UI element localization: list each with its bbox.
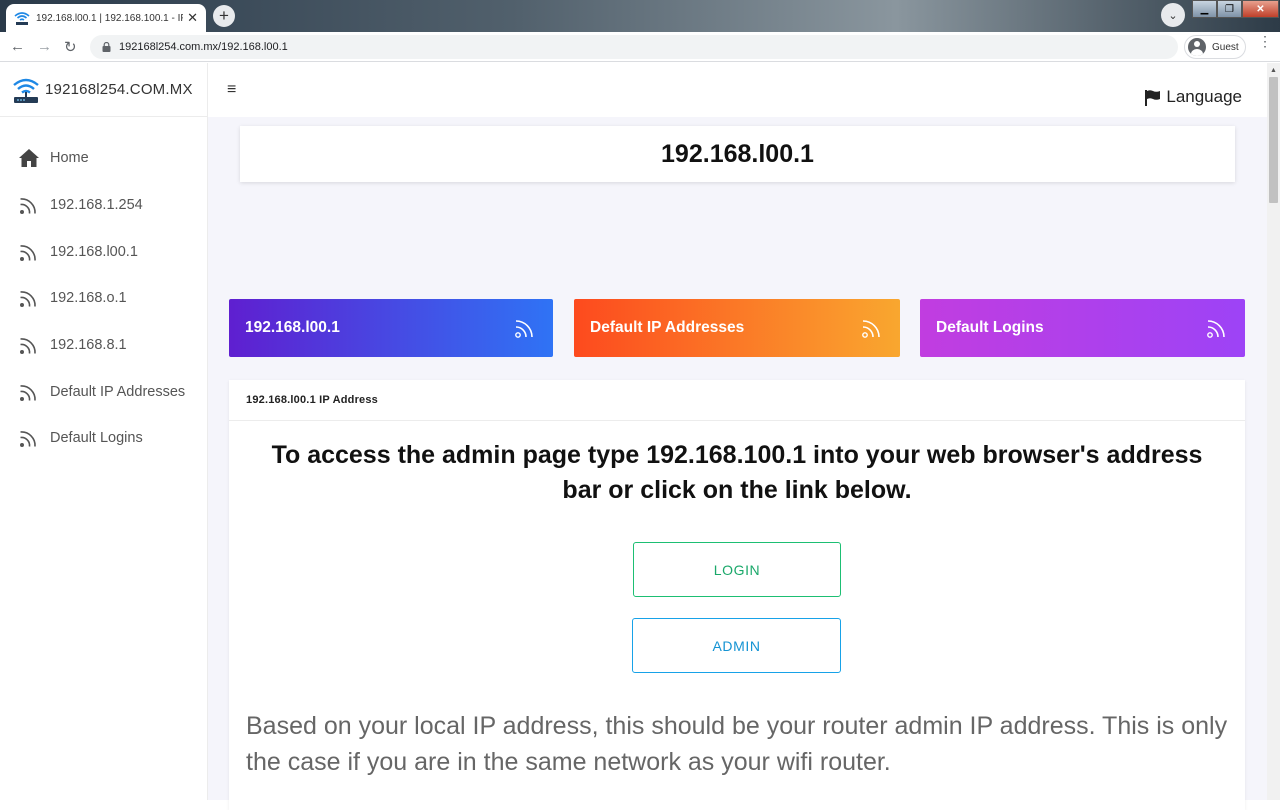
avatar-icon xyxy=(1188,38,1206,56)
quick-card-default-ip-addresses[interactable]: Default IP Addresses xyxy=(574,299,900,357)
tab-title: 192.168.l00.1 | 192.168.100.1 - IP xyxy=(36,12,184,24)
home-icon xyxy=(19,149,39,168)
sidebar-menu: Home 192.168.1.254 192.168.l00.1 192.168… xyxy=(0,135,208,462)
forward-button[interactable]: → xyxy=(37,38,52,55)
quick-card-label: 192.168.l00.1 xyxy=(245,319,340,336)
rss-icon xyxy=(20,431,36,448)
rss-icon xyxy=(20,198,36,215)
sidebar-item-label: 192.168.1.254 xyxy=(50,197,143,214)
lock-icon xyxy=(102,42,111,52)
card-header: 192.168.l00.1 IP Address xyxy=(229,380,1245,421)
browser-menu-icon[interactable]: ⋮ xyxy=(1258,34,1272,48)
admin-button[interactable]: ADMIN xyxy=(632,618,841,673)
sidebar-item-192-168-8-1[interactable]: 192.168.8.1 xyxy=(0,322,208,369)
top-navbar: ≡ Language xyxy=(208,63,1267,117)
sidebar-item-label: 192.168.l00.1 xyxy=(50,243,138,260)
reload-button[interactable]: ↻ xyxy=(64,38,77,56)
rss-icon xyxy=(20,244,36,261)
tab-close-icon[interactable]: ✕ xyxy=(187,10,198,26)
ip-address-card: 192.168.l00.1 IP Address To access the a… xyxy=(229,380,1245,810)
sidebar-item-192-168-l00-1[interactable]: 192.168.l00.1 xyxy=(0,228,208,275)
sidebar-item-192-168-1-254[interactable]: 192.168.1.254 xyxy=(0,182,208,229)
wifi-router-logo-icon xyxy=(13,78,39,103)
sidebar-item-label: Default IP Addresses xyxy=(50,383,186,400)
sidebar-item-label: 192.168.o.1 xyxy=(50,290,127,307)
rss-icon xyxy=(515,320,533,338)
page-title-card: 192.168.l00.1 xyxy=(240,126,1235,182)
new-tab-button[interactable]: + xyxy=(213,5,235,27)
rss-icon xyxy=(20,291,36,308)
web-page: 192168l254.COM.MX Home 192.168.1.254 192… xyxy=(0,63,1267,810)
menu-toggle-button[interactable]: ≡ xyxy=(227,81,236,99)
login-button[interactable]: LOGIN xyxy=(633,542,841,597)
sidebar-item-home[interactable]: Home xyxy=(0,135,208,182)
profile-label: Guest xyxy=(1212,41,1239,53)
quick-card-label: Default IP Addresses xyxy=(590,319,745,336)
sidebar-item-192-168-o-1[interactable]: 192.168.o.1 xyxy=(0,275,208,322)
instruction-heading: To access the admin page type 192.168.10… xyxy=(271,441,1203,504)
back-button[interactable]: ← xyxy=(10,38,25,55)
sidebar: 192168l254.COM.MX Home 192.168.1.254 192… xyxy=(0,63,208,800)
window-close-button[interactable]: ✕ xyxy=(1242,0,1279,18)
sidebar-item-label: 192.168.8.1 xyxy=(50,337,127,354)
page-title: 192.168.l00.1 xyxy=(661,139,814,168)
url-text: 192168l254.com.mx/192.168.l00.1 xyxy=(119,41,288,53)
wifi-router-favicon-icon xyxy=(14,12,30,25)
browser-tab[interactable]: 192.168.l00.1 | 192.168.100.1 - IP ✕ xyxy=(6,4,206,32)
language-label: Language xyxy=(1166,87,1242,106)
quick-card-label: Default Logins xyxy=(936,319,1044,336)
router-note-text: Based on your local IP address, this sho… xyxy=(246,712,1228,776)
scroll-up-arrow-icon[interactable]: ▲ xyxy=(1270,67,1277,74)
scrollbar-thumb[interactable] xyxy=(1269,77,1278,203)
sidebar-item-label: Default Logins xyxy=(50,430,143,447)
sidebar-item-default-ip-addresses[interactable]: Default IP Addresses xyxy=(0,368,208,415)
profile-button[interactable]: Guest xyxy=(1184,35,1246,59)
rss-icon xyxy=(20,338,36,355)
quick-card-192-168-l00-1[interactable]: 192.168.l00.1 xyxy=(229,299,553,357)
brand[interactable]: 192168l254.COM.MX xyxy=(0,63,208,117)
quick-card-default-logins[interactable]: Default Logins xyxy=(920,299,1245,357)
tab-search-button[interactable]: ⌄ xyxy=(1161,3,1185,27)
sidebar-item-default-logins[interactable]: Default Logins xyxy=(0,415,208,462)
browser-tab-strip: 192.168.l00.1 | 192.168.100.1 - IP ✕ + ⌄… xyxy=(0,0,1280,32)
page-scrollbar[interactable]: ▲ xyxy=(1267,63,1280,800)
language-selector[interactable]: Language xyxy=(1144,87,1242,107)
card-header-title: 192.168.l00.1 IP Address xyxy=(246,394,378,406)
browser-toolbar: ← → ↻ 192168l254.com.mx/192.168.l00.1 Gu… xyxy=(0,32,1280,62)
window-controls: ▁ ❐ ✕ xyxy=(1192,0,1279,18)
rss-icon xyxy=(20,384,36,401)
flag-icon xyxy=(1145,89,1161,106)
address-bar[interactable]: 192168l254.com.mx/192.168.l00.1 xyxy=(90,35,1178,59)
window-maximize-button[interactable]: ❐ xyxy=(1217,0,1242,18)
rss-icon xyxy=(1207,320,1225,338)
rss-icon xyxy=(862,320,880,338)
window-minimize-button[interactable]: ▁ xyxy=(1192,0,1217,18)
sidebar-item-label: Home xyxy=(50,150,89,167)
brand-name: 192168l254.COM.MX xyxy=(45,81,193,98)
